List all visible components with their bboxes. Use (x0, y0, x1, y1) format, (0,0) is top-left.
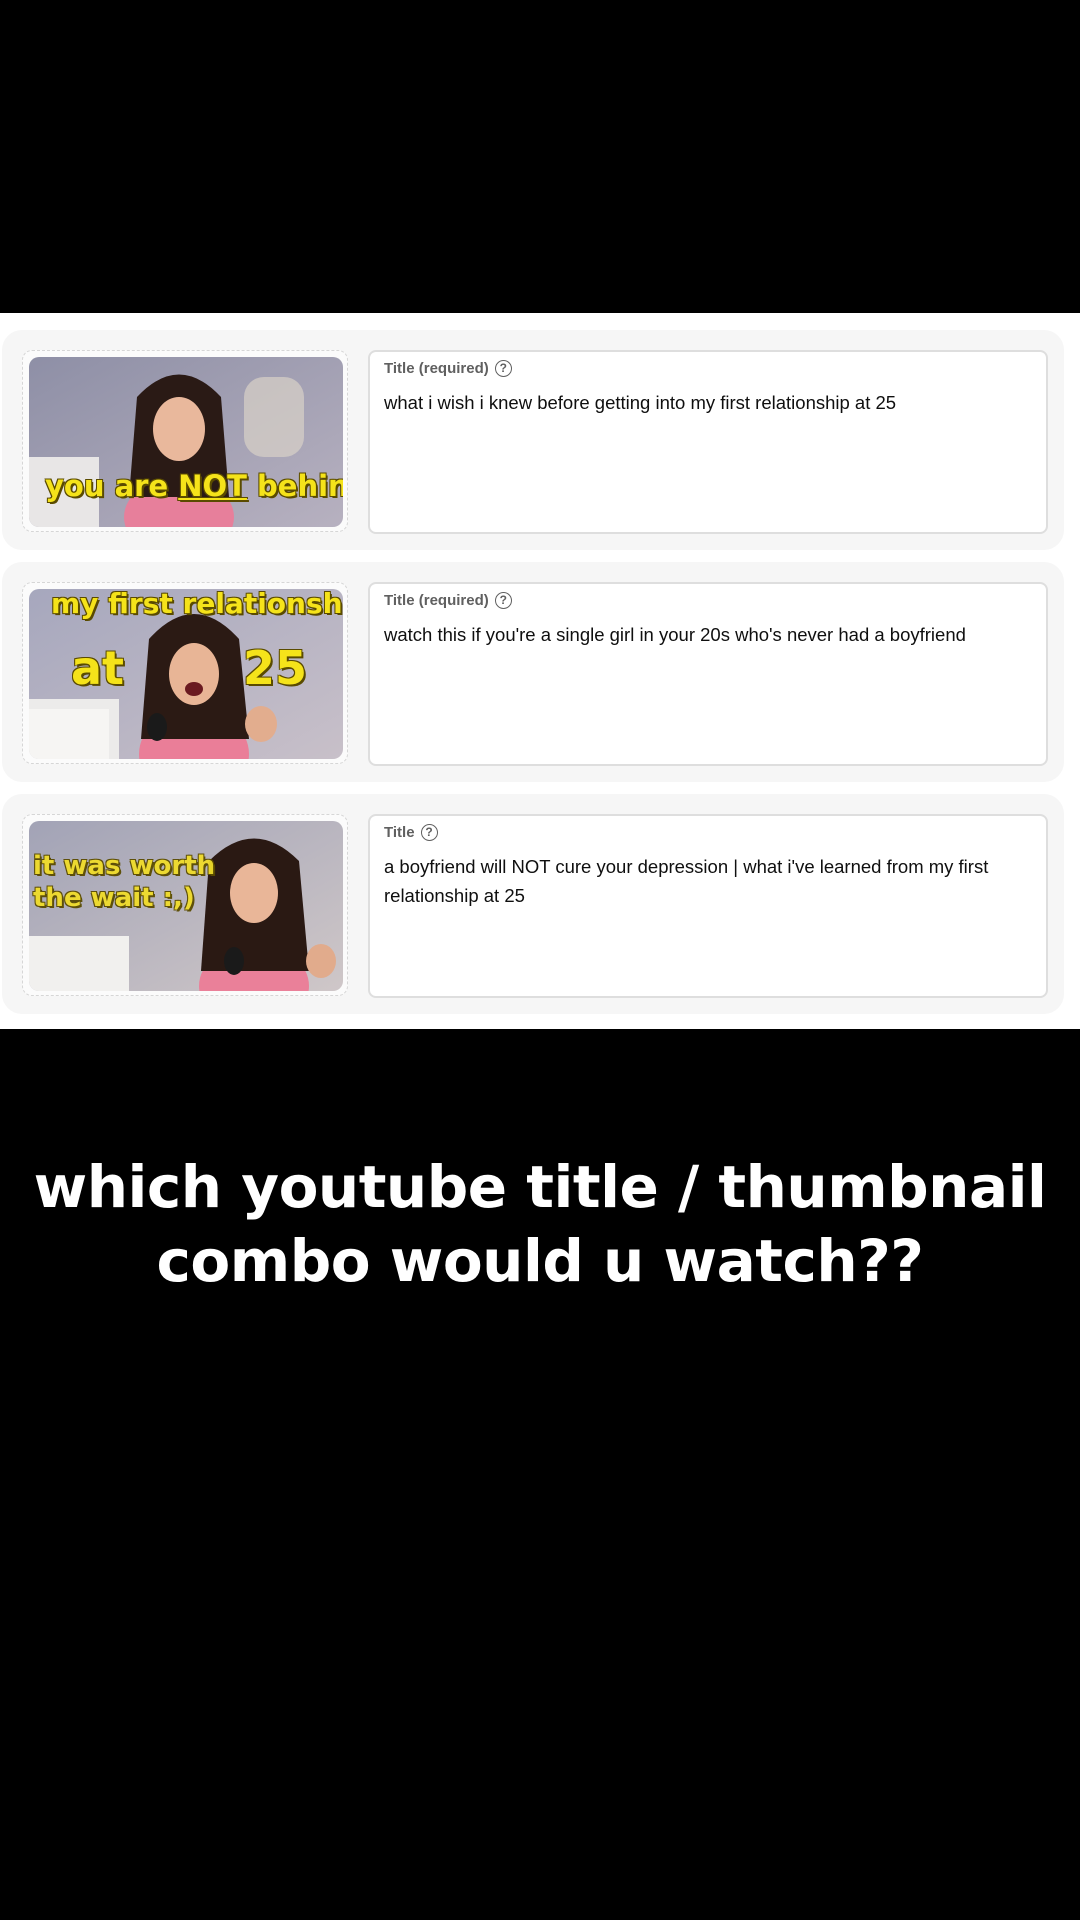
help-icon[interactable]: ? (494, 360, 512, 377)
thumb-text-1: you are (45, 469, 179, 503)
title-input[interactable]: what i wish i knew before getting into m… (384, 388, 1024, 417)
thumbnail-frame[interactable]: you are NOT behind (22, 350, 348, 532)
thumb-text-emphasis: NOT (178, 469, 247, 503)
thumbnail-image[interactable]: it was worth the wait :,) (29, 821, 343, 991)
thumb-text-1: my first relationship (51, 589, 343, 620)
title-thumbnail-panel: you are NOT behind Title (required) ? wh… (0, 313, 1080, 1029)
thumb-text-3: 25 (243, 641, 308, 695)
caption-line-1: which youtube title / thumbnail (33, 1153, 1047, 1221)
video-card-2: my first relationship at 25 Title (requi… (2, 562, 1064, 782)
title-field-2[interactable]: Title (required) ? watch this if you're … (368, 582, 1048, 766)
title-field-1[interactable]: Title (required) ? what i wish i knew be… (368, 350, 1048, 534)
help-icon[interactable]: ? (420, 824, 438, 841)
video-card-1: you are NOT behind Title (required) ? wh… (2, 330, 1064, 550)
thumb-text-3: behind (257, 469, 343, 503)
title-input[interactable]: a boyfriend will NOT cure your depressio… (384, 852, 1024, 910)
title-label: Title (required) (384, 360, 489, 377)
overlay-caption: which youtube title / thumbnail combo wo… (0, 1150, 1080, 1298)
title-input[interactable]: watch this if you're a single girl in yo… (384, 620, 1024, 649)
title-label: Title (384, 824, 415, 841)
thumbnail-image[interactable]: my first relationship at 25 (29, 589, 343, 759)
thumb-text-2: at (71, 641, 125, 695)
title-label: Title (required) (384, 592, 489, 609)
caption-line-2: combo would u watch?? (156, 1227, 924, 1295)
thumbnail-image[interactable]: you are NOT behind (29, 357, 343, 527)
thumbnail-frame[interactable]: my first relationship at 25 (22, 582, 348, 764)
video-card-3: it was worth the wait :,) Title ? a boyf… (2, 794, 1064, 1014)
top-letterbox (0, 0, 1080, 313)
title-field-3[interactable]: Title ? a boyfriend will NOT cure your d… (368, 814, 1048, 998)
thumb-text-1: it was worth (33, 851, 216, 881)
thumb-text-2: the wait :,) (33, 883, 195, 913)
help-icon[interactable]: ? (494, 592, 512, 609)
thumbnail-frame[interactable]: it was worth the wait :,) (22, 814, 348, 996)
